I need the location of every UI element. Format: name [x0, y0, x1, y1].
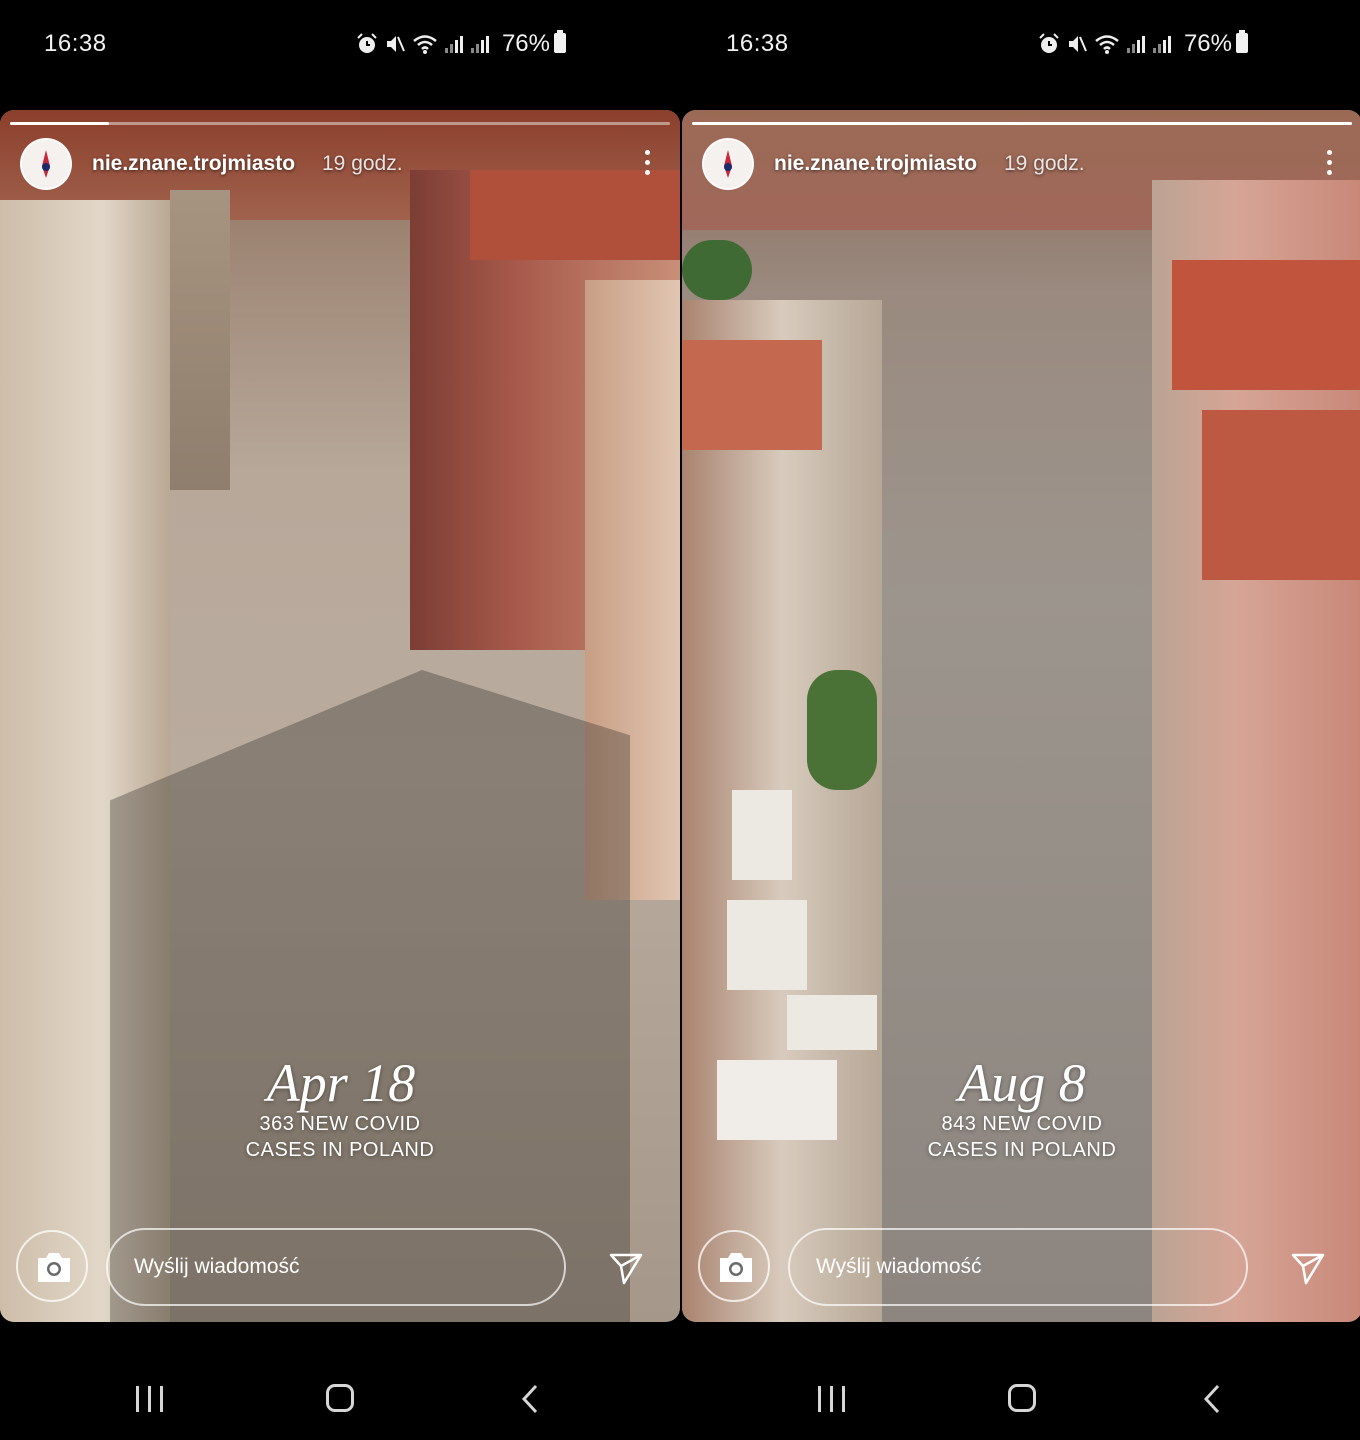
caption-line-2: CASES IN POLAND — [245, 1139, 435, 1161]
username[interactable]: nie.znane.trojmiasto — [92, 152, 295, 176]
navigation-bar — [682, 1360, 1360, 1440]
avatar[interactable] — [20, 138, 72, 190]
message-placeholder: Wyślij wiadomość — [134, 1255, 300, 1278]
navigation-bar — [0, 1360, 680, 1440]
right-roof — [1172, 260, 1360, 390]
signal-icon — [471, 36, 489, 53]
caption-line-1: 363 NEW COVID — [259, 1113, 421, 1135]
message-placeholder: Wyślij wiadomość — [816, 1255, 982, 1278]
send-icon[interactable] — [1290, 1250, 1326, 1286]
send-icon[interactable] — [608, 1250, 644, 1286]
profile-icon — [724, 150, 732, 178]
wifi-icon — [413, 35, 437, 54]
umbrella — [732, 790, 792, 880]
status-icons — [356, 30, 490, 58]
story-header: nie.znane.trojmiasto 19 godz. — [20, 138, 660, 192]
left-buildings-far — [170, 190, 230, 490]
more-options-icon[interactable] — [1326, 150, 1334, 180]
post-age: 19 godz. — [1004, 152, 1085, 175]
battery-level: 76% — [501, 30, 550, 57]
battery-icon — [1236, 30, 1248, 53]
story-header: nie.znane.trojmiasto 19 godz. — [702, 138, 1342, 192]
recent-apps-icon[interactable] — [136, 1386, 164, 1412]
story-progress — [692, 122, 1352, 125]
status-bar: 16:38 76% — [0, 0, 680, 90]
status-icons — [1038, 30, 1172, 58]
reply-bar: Wyślij wiadomość — [696, 1228, 1348, 1308]
camera-button[interactable] — [698, 1230, 770, 1302]
home-icon[interactable] — [326, 1384, 354, 1412]
back-icon[interactable] — [520, 1384, 540, 1414]
more-options-icon[interactable] — [644, 150, 652, 180]
alarm-icon — [1039, 33, 1059, 53]
story-caption: Apr 18 363 NEW COVID CASES IN POLAND — [0, 1055, 680, 1163]
username[interactable]: nie.znane.trojmiasto — [774, 152, 977, 176]
story-caption: Aug 8 843 NEW COVID CASES IN POLAND — [682, 1055, 1360, 1163]
recent-apps-icon[interactable] — [818, 1386, 846, 1412]
caption-date: Aug 8 — [958, 1053, 1086, 1113]
street-shadow — [110, 670, 630, 1322]
tree — [682, 240, 752, 300]
signal-icon — [1127, 36, 1145, 53]
clock: 16:38 — [726, 30, 789, 57]
phone-screen-right: 16:38 76% nie.znane.trojmiasto 19 godz. … — [682, 0, 1360, 1440]
mute-icon — [1069, 36, 1087, 52]
camera-icon — [38, 1253, 70, 1282]
caption-line-1: 843 NEW COVID — [941, 1113, 1103, 1135]
story-view[interactable]: nie.znane.trojmiasto 19 godz. Aug 8 843 … — [682, 110, 1360, 1322]
battery-level: 76% — [1183, 30, 1232, 57]
home-icon[interactable] — [1008, 1384, 1036, 1412]
clock: 16:38 — [44, 30, 107, 57]
signal-icon — [1153, 36, 1171, 53]
story-progress — [10, 122, 670, 125]
umbrella — [787, 995, 877, 1050]
caption-date: Apr 18 — [266, 1053, 416, 1113]
right-roof-lower — [1202, 410, 1360, 580]
back-icon[interactable] — [1202, 1384, 1222, 1414]
post-age: 19 godz. — [322, 152, 403, 175]
wifi-icon — [1095, 35, 1119, 54]
avatar[interactable] — [702, 138, 754, 190]
alarm-icon — [357, 33, 377, 53]
status-bar: 16:38 76% — [682, 0, 1360, 90]
message-input[interactable]: Wyślij wiadomość — [788, 1228, 1248, 1306]
profile-icon — [42, 150, 50, 178]
mute-icon — [387, 36, 405, 52]
reply-bar: Wyślij wiadomość — [14, 1228, 666, 1308]
left-roof — [682, 340, 822, 450]
message-input[interactable]: Wyślij wiadomość — [106, 1228, 566, 1306]
camera-button[interactable] — [16, 1230, 88, 1302]
story-view[interactable]: nie.znane.trojmiasto 19 godz. Apr 18 363… — [0, 110, 680, 1322]
battery-icon — [554, 30, 566, 53]
umbrella — [727, 900, 807, 990]
caption-line-2: CASES IN POLAND — [927, 1139, 1117, 1161]
signal-icon — [445, 36, 463, 53]
phone-screen-left: 16:38 76% nie.znane.trojmiasto 19 godz. — [0, 0, 680, 1440]
camera-icon — [720, 1253, 752, 1282]
tree — [807, 670, 877, 790]
